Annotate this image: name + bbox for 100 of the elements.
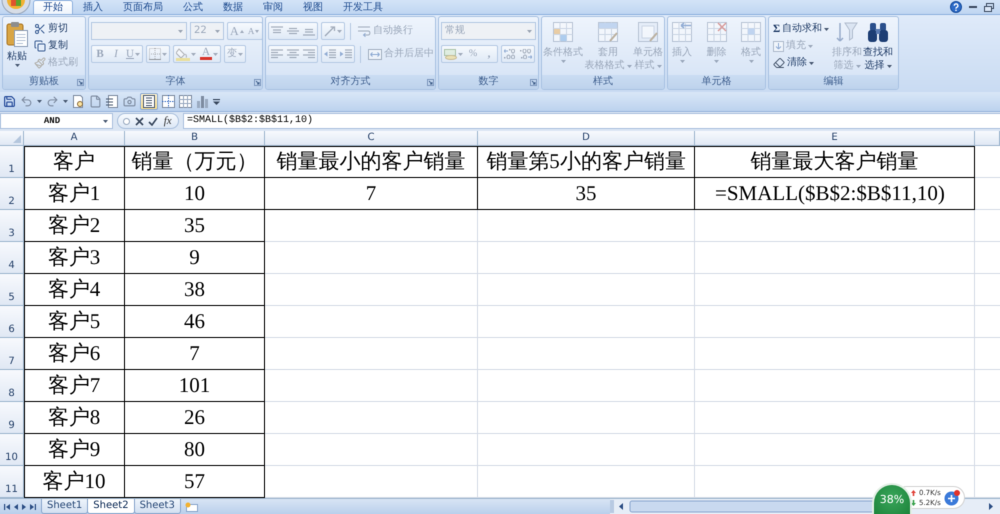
save-icon[interactable] [3,95,16,108]
caret-icon [134,52,140,56]
dialog-launcher-icon[interactable] [254,78,260,86]
spreadsheet-cell: 客户8 [24,402,125,434]
customize-toolbar-icon[interactable] [213,98,220,104]
ribbon-tab[interactable]: 页面布局 [113,0,173,14]
eraser-icon [773,57,785,69]
align-middle-icon [287,26,299,36]
scissors-icon [34,23,46,35]
spreadsheet-cell: 38 [125,274,265,306]
column-header [975,131,1000,146]
spreadsheet-cell: 35 [478,178,695,210]
increase-decimal-icon [504,49,516,59]
caret-icon [626,64,632,68]
spreadsheet-cell: 销量（万元） [125,146,265,178]
page-icon[interactable] [89,95,102,108]
caret-icon [190,52,196,56]
ribbon-tab[interactable]: 插入 [73,0,113,14]
page-layout-icon [143,95,155,108]
spreadsheet-cell: 客户4 [24,274,125,306]
spreadsheet-cell: 销量最大客户销量 [695,146,975,178]
copy-button[interactable]: 复制 [32,38,80,54]
redo-icon[interactable] [46,95,59,108]
print-preview-icon[interactable] [72,95,85,108]
find-select-button[interactable]: 查找和 选择 [863,19,894,72]
bar-chart-icon[interactable] [196,95,209,108]
page-layout-button[interactable] [140,93,158,110]
paste-button[interactable]: 粘贴 [6,19,28,67]
cut-button[interactable]: 剪切 [32,21,80,37]
page-break-icon[interactable] [162,95,175,108]
office-button[interactable] [1,0,31,14]
sheet-tab[interactable]: Sheet2 [87,499,135,514]
column-header: D [478,131,695,146]
align-left-icon [271,49,283,59]
caret-icon [527,30,532,32]
spreadsheet-cell: 35 [125,210,265,242]
name-box[interactable]: AND [0,113,113,129]
help-icon[interactable] [950,1,962,13]
spreadsheet-cell: 9 [125,242,265,274]
page-lines-icon[interactable] [106,95,119,108]
camera-icon[interactable] [123,95,136,108]
caret-icon [337,30,342,32]
grid-view-icon[interactable] [179,95,192,108]
undo-icon[interactable] [20,95,33,108]
sort-filter-icon [836,21,858,43]
down-triangle-icon [255,30,260,32]
dialog-launcher-icon[interactable] [76,78,84,86]
dialog-launcher-icon[interactable] [530,78,536,86]
group-title: 数字 [478,76,500,88]
caret-icon [178,30,183,32]
ribbon-tab[interactable]: 视图 [293,0,333,14]
restore-icon[interactable] [984,2,994,12]
check-icon[interactable] [148,116,158,126]
row-header: 6 [0,306,24,338]
next-sheet-icon[interactable] [22,504,26,510]
spreadsheet-cell: 客户2 [24,210,125,242]
insert-cells-icon [671,21,693,43]
dialog-launcher-icon[interactable] [426,78,434,86]
caret-icon [809,62,814,64]
previous-sheet-icon[interactable] [14,504,18,510]
caret-icon [856,64,861,68]
row-header: 11 [0,466,24,498]
ribbon-tab[interactable]: 开发工具 [333,0,393,14]
spreadsheet-cell: 客户 [24,146,125,178]
caret-icon [238,52,243,56]
select-all-icon[interactable] [13,135,21,143]
caret-icon [560,60,566,63]
align-right-icon [303,49,315,59]
format-cells-icon [740,21,762,43]
ribbon-tab[interactable]: 数据 [213,0,253,14]
add-icon[interactable] [944,490,960,506]
ribbon-tab[interactable]: 公式 [173,0,213,14]
currency-icon [444,48,457,60]
sheet-tab[interactable]: Sheet3 [134,499,181,514]
formula-input[interactable]: =SMALL($B$2:$B$11,10) [183,113,1000,129]
spreadsheet-cell: 26 [125,402,265,434]
copy-icon [34,40,46,52]
clear-button[interactable]: 清除 [771,55,832,71]
ribbon-tab[interactable]: 开始 [33,0,73,14]
ribbon-tab[interactable]: 审阅 [253,0,293,14]
autosum-button[interactable]: Σ 自动求和 [771,21,832,37]
column-header: C [265,131,478,146]
insert-function-button[interactable]: fx [162,115,173,127]
first-sheet-icon[interactable] [4,504,10,510]
caret-icon [824,28,830,30]
caret-icon [103,120,108,122]
row-header: 10 [0,434,24,466]
cancel-icon[interactable] [134,116,144,126]
caret-icon [748,60,754,63]
spreadsheet-cell: 46 [125,306,265,338]
last-sheet-icon[interactable] [30,504,36,510]
up-arrow-icon [911,490,916,496]
align-top-icon [271,26,283,36]
row-header: 7 [0,338,24,370]
binoculars-icon [867,21,890,43]
insert-sheet-icon[interactable] [184,502,198,512]
column-header: E [695,131,975,146]
sheet-tab[interactable]: Sheet1 [41,499,88,514]
row-header: 1 [0,146,24,178]
merge-cells-icon [368,48,382,60]
